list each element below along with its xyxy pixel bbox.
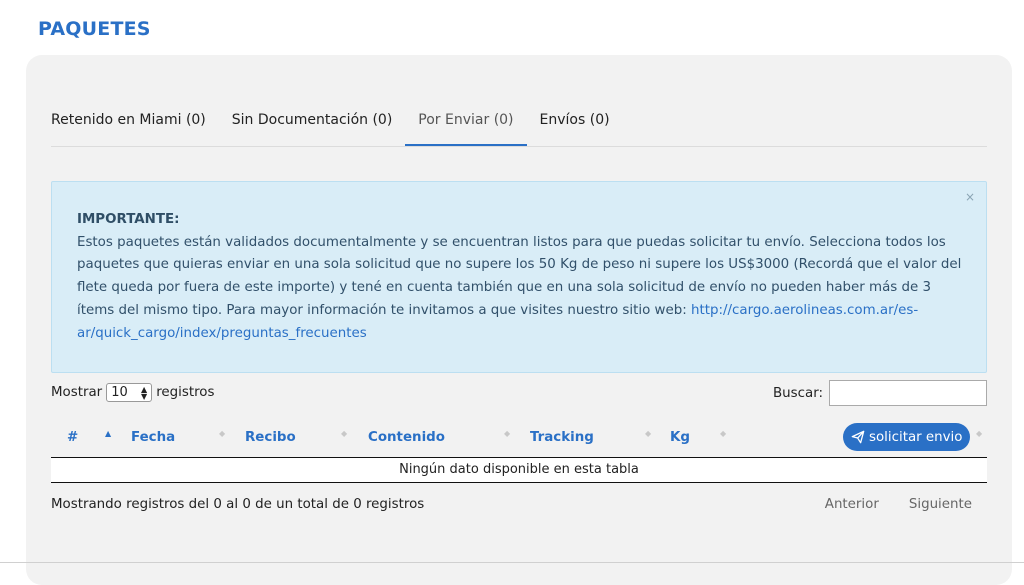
tab-por-enviar[interactable]: Por Enviar (0) xyxy=(405,108,527,146)
packages-table: # ▲ Fecha ◆ Recibo ◆ Contenido ◆ Trackin… xyxy=(51,417,987,483)
tab-retenido-miami[interactable]: Retenido en Miami (0) xyxy=(51,108,219,146)
search-label: Buscar: xyxy=(773,385,823,401)
sort-icon: ◆ xyxy=(219,429,226,438)
tab-envios[interactable]: Envíos (0) xyxy=(527,108,623,146)
sort-icon: ◆ xyxy=(645,429,652,438)
package-tabs: Retenido en Miami (0) Sin Documentación … xyxy=(51,108,987,147)
page-length-select[interactable]: 10 ▲ ▼ xyxy=(106,383,153,402)
empty-table-row: Ningún dato disponible en esta tabla xyxy=(51,458,987,483)
sort-icon: ◆ xyxy=(341,429,348,438)
previous-page-button[interactable]: Anterior xyxy=(825,497,879,512)
column-header-recibo[interactable]: Recibo xyxy=(245,430,296,445)
pagination: Anterior Siguiente xyxy=(825,497,972,512)
request-shipment-button[interactable]: solicitar envio xyxy=(843,423,971,451)
tab-sin-documentacion[interactable]: Sin Documentación (0) xyxy=(219,108,406,146)
table-header: # ▲ Fecha ◆ Recibo ◆ Contenido ◆ Trackin… xyxy=(51,417,987,458)
column-header-number[interactable]: # xyxy=(67,430,78,445)
important-alert: × IMPORTANTE: Estos paquetes están valid… xyxy=(51,181,987,373)
page-length-value: 10 xyxy=(111,385,128,400)
column-header-kg[interactable]: Kg xyxy=(670,430,690,445)
packages-card: Retenido en Miami (0) Sin Documentación … xyxy=(26,55,1012,585)
sort-icon: ◆ xyxy=(720,429,727,438)
sort-asc-icon: ▲ xyxy=(105,429,112,438)
page-length-control: Mostrar 10 ▲ ▼ registros xyxy=(51,383,214,402)
next-page-button[interactable]: Siguiente xyxy=(909,497,972,512)
column-header-tracking[interactable]: Tracking xyxy=(530,430,594,445)
alert-body: Estos paquetes están validados documenta… xyxy=(77,232,962,346)
column-header-fecha[interactable]: Fecha xyxy=(131,430,175,445)
table-info: Mostrando registros del 0 al 0 de un tot… xyxy=(51,497,425,512)
length-suffix: registros xyxy=(156,385,215,400)
sort-icon: ◆ xyxy=(976,429,983,438)
paper-plane-icon xyxy=(851,430,865,444)
page-title: PAQUETES xyxy=(38,18,151,40)
bottom-divider xyxy=(0,562,1024,563)
length-prefix: Mostrar xyxy=(51,385,103,400)
alert-heading: IMPORTANTE: xyxy=(77,212,180,227)
close-icon[interactable]: × xyxy=(965,186,975,209)
search-control: Buscar: xyxy=(773,380,987,406)
search-input[interactable] xyxy=(829,380,987,406)
column-header-contenido[interactable]: Contenido xyxy=(368,430,445,445)
request-shipment-label: solicitar envio xyxy=(869,429,963,445)
sort-icon: ◆ xyxy=(504,429,511,438)
updown-arrows-icon: ▲ ▼ xyxy=(141,384,148,401)
